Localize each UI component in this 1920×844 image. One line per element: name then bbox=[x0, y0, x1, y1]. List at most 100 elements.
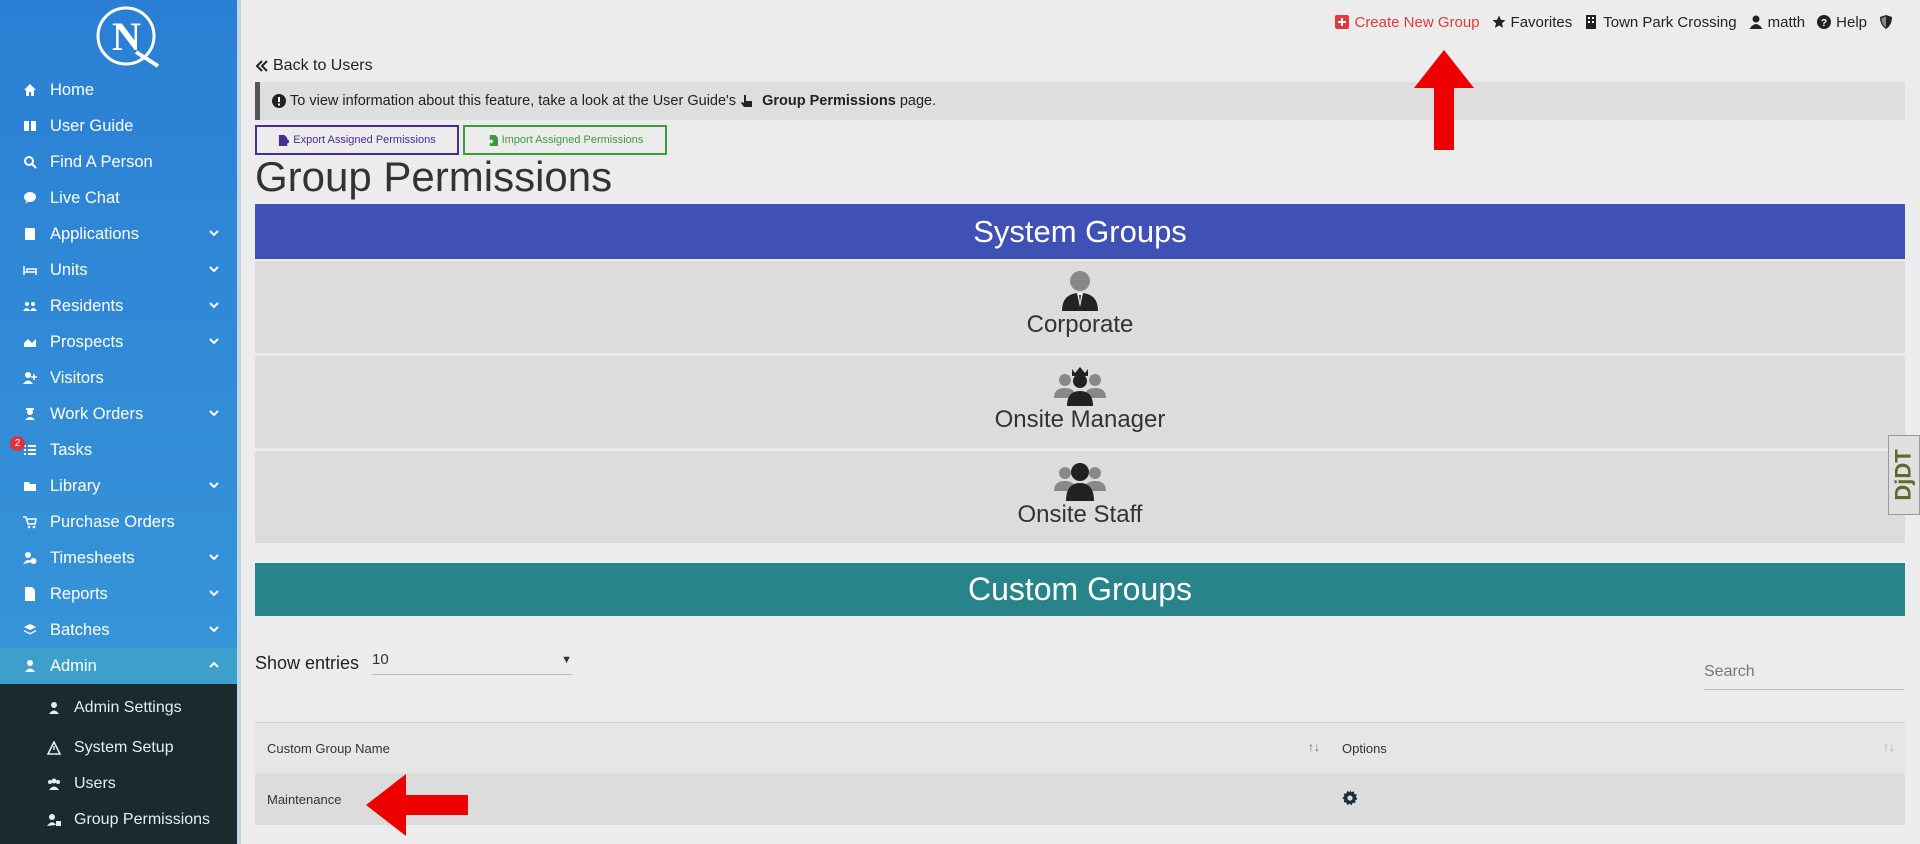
sidebar: N Home User Guide Find A Person Live Chat Ap… bbox=[0, 0, 237, 844]
admin-subitem-admin-settings[interactable]: Admin Settings bbox=[0, 690, 237, 726]
user-guide-link[interactable]: Group Permissions bbox=[762, 93, 896, 109]
user-clock-icon bbox=[22, 550, 38, 566]
column-header-name[interactable]: Custom Group Name ↑↓ bbox=[255, 740, 1330, 756]
sidebar-item-admin[interactable]: Admin bbox=[0, 648, 237, 684]
prospect-icon bbox=[22, 334, 38, 350]
caret-down-icon: ▼ bbox=[561, 653, 572, 666]
annotation-arrow-left bbox=[366, 774, 468, 836]
admin-submenu: Admin Settings System Setup Users Group Per… bbox=[0, 684, 237, 844]
sidebar-nav: Home User Guide Find A Person Live Chat Appl… bbox=[0, 72, 237, 684]
user-plus-icon bbox=[22, 370, 38, 386]
file-export-icon bbox=[279, 134, 290, 146]
sidebar-item-library[interactable]: Library bbox=[0, 468, 237, 504]
sidebar-item-tasks[interactable]: Tasks 2 bbox=[0, 432, 237, 468]
star-icon bbox=[1492, 15, 1506, 28]
property-label: Town Park Crossing bbox=[1603, 13, 1737, 31]
pointing-hand-icon bbox=[741, 95, 753, 107]
sidebar-item-label: Purchase Orders bbox=[50, 513, 175, 531]
sidebar-scrollbar[interactable] bbox=[237, 0, 241, 844]
annotation-arrow-up bbox=[1414, 50, 1474, 150]
user-icon bbox=[1749, 15, 1763, 29]
sidebar-item-reports[interactable]: Reports bbox=[0, 576, 237, 612]
question-circle-icon: ? bbox=[1817, 15, 1832, 29]
import-permissions-button[interactable]: Import Assigned Permissions bbox=[463, 125, 667, 155]
admin-subitem-label: Users bbox=[74, 775, 116, 792]
column-header-options[interactable]: Options ↑↓ bbox=[1330, 740, 1905, 756]
property-selector[interactable]: Town Park Crossing bbox=[1584, 13, 1737, 31]
book-icon bbox=[22, 118, 38, 134]
user-label: matth bbox=[1767, 13, 1806, 31]
sidebar-item-home[interactable]: Home bbox=[0, 72, 237, 108]
sidebar-item-live-chat[interactable]: Live Chat bbox=[0, 180, 237, 216]
group-card-onsite-staff[interactable]: Onsite Staff bbox=[255, 451, 1905, 543]
sidebar-item-label: Live Chat bbox=[50, 189, 120, 207]
plus-square-icon bbox=[1335, 15, 1350, 29]
sidebar-item-label: Timesheets bbox=[50, 549, 135, 567]
back-to-users-label: Back to Users bbox=[273, 57, 373, 74]
notification-badge: 2 bbox=[10, 436, 25, 451]
sidebar-item-label: Applications bbox=[50, 225, 139, 243]
show-entries-label: Show entries bbox=[255, 653, 360, 673]
search-input[interactable] bbox=[1704, 655, 1904, 690]
admin-subitem-system-setup[interactable]: System Setup bbox=[0, 730, 237, 766]
back-to-users-link[interactable]: Back to Users bbox=[255, 57, 373, 75]
group-card-corporate[interactable]: Corporate bbox=[255, 261, 1905, 353]
info-banner: To view information about this feature, … bbox=[255, 82, 1905, 120]
sidebar-item-units[interactable]: Units bbox=[0, 252, 237, 288]
sidebar-item-user-guide[interactable]: User Guide bbox=[0, 108, 237, 144]
system-groups-header: System Groups bbox=[255, 204, 1905, 259]
users-icon bbox=[1054, 463, 1106, 501]
sidebar-item-batches[interactable]: Batches bbox=[0, 612, 237, 648]
sidebar-item-prospects[interactable]: Prospects bbox=[0, 324, 237, 360]
chevron-down-icon bbox=[209, 468, 219, 504]
chevron-down-icon bbox=[209, 216, 219, 252]
entries-select[interactable]: 10 ▼ bbox=[372, 645, 572, 675]
users-icon bbox=[46, 776, 62, 792]
group-name: Onsite Manager bbox=[994, 406, 1166, 433]
top-bar: Create New Group Favorites Town Park Cro… bbox=[1323, 12, 1898, 32]
sidebar-item-timesheets[interactable]: Timesheets bbox=[0, 540, 237, 576]
admin-subitem-label: System Setup bbox=[74, 739, 174, 756]
layers-icon bbox=[22, 622, 38, 638]
debug-toolbar-tab[interactable]: DjDT bbox=[1888, 435, 1920, 515]
create-new-group-link[interactable]: Create New Group bbox=[1335, 13, 1480, 31]
exclamation-circle-icon bbox=[272, 94, 286, 108]
group-name: Corporate bbox=[1026, 311, 1134, 338]
company-logo[interactable]: N bbox=[92, 4, 166, 70]
chevron-down-icon bbox=[209, 324, 219, 360]
sidebar-item-visitors[interactable]: Visitors bbox=[0, 360, 237, 396]
admin-subitem-users[interactable]: Users bbox=[0, 766, 237, 802]
sidebar-item-residents[interactable]: Residents bbox=[0, 288, 237, 324]
shield-button[interactable] bbox=[1879, 15, 1898, 29]
sidebar-item-label: Reports bbox=[50, 585, 108, 603]
help-link[interactable]: ? Help bbox=[1817, 14, 1867, 31]
warning-icon bbox=[46, 740, 62, 756]
building-icon bbox=[1586, 15, 1597, 29]
gear-icon[interactable] bbox=[1342, 789, 1358, 806]
chevron-up-icon bbox=[209, 648, 219, 684]
group-name: Onsite Staff bbox=[1017, 501, 1143, 528]
user-lock-icon bbox=[46, 812, 62, 828]
cart-icon bbox=[22, 514, 38, 530]
sidebar-item-applications[interactable]: Applications bbox=[0, 216, 237, 252]
user-tie-icon bbox=[1062, 271, 1098, 311]
svg-text:?: ? bbox=[1821, 18, 1827, 29]
sidebar-item-find-a-person[interactable]: Find A Person bbox=[0, 144, 237, 180]
home-icon bbox=[22, 82, 38, 98]
export-permissions-button[interactable]: Export Assigned Permissions bbox=[255, 125, 459, 155]
user-menu[interactable]: matth bbox=[1749, 13, 1806, 31]
entries-value: 10 bbox=[372, 651, 389, 668]
sidebar-item-label: Residents bbox=[50, 297, 124, 315]
favorites-link[interactable]: Favorites bbox=[1492, 14, 1572, 31]
create-new-group-label: Create New Group bbox=[1354, 13, 1480, 31]
sidebar-item-purchase-orders[interactable]: Purchase Orders bbox=[0, 504, 237, 540]
sidebar-item-work-orders[interactable]: Work Orders bbox=[0, 396, 237, 432]
group-card-onsite-manager[interactable]: Onsite Manager bbox=[255, 356, 1905, 448]
custom-groups-table: Custom Group Name ↑↓ Options ↑↓ Maintena… bbox=[255, 722, 1905, 825]
sidebar-item-label: Units bbox=[50, 261, 88, 279]
import-label: Import Assigned Permissions bbox=[501, 134, 644, 146]
info-suffix: page. bbox=[899, 93, 937, 109]
options-cell bbox=[1330, 789, 1905, 809]
admin-subitem-group-permissions[interactable]: Group Permissions bbox=[0, 802, 237, 838]
chevron-down-icon bbox=[209, 288, 219, 324]
